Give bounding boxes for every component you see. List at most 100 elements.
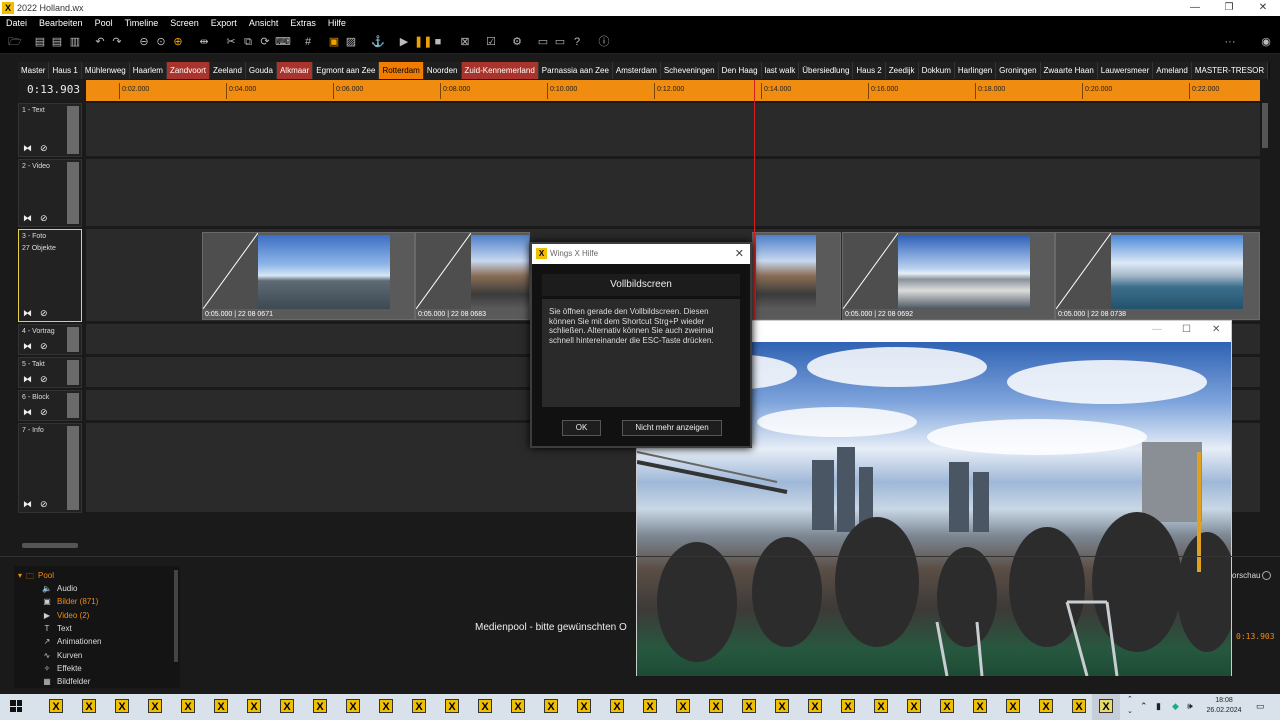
taskbar-wings-x-icon[interactable]: X <box>49 699 63 713</box>
track-mute-icon[interactable]: ⊘ <box>40 407 48 418</box>
pool-root[interactable]: ▾ 🗀 Pool <box>18 571 54 585</box>
tab-rotterdam[interactable]: Rotterdam <box>379 62 424 79</box>
tab-parnassia-aan-zee[interactable]: Parnassia aan Zee <box>538 62 613 79</box>
menu-export[interactable]: Export <box>205 18 243 28</box>
tab-groningen[interactable]: Groningen <box>996 62 1041 79</box>
taskbar-wings-x-icon[interactable]: X <box>181 699 195 713</box>
pool-scrollbar[interactable] <box>174 570 178 662</box>
fit-width-icon[interactable]: ⇹ <box>197 35 211 49</box>
save-as-icon[interactable]: ▤ <box>50 35 64 49</box>
taskbar-wings-x-icon[interactable]: X <box>148 699 162 713</box>
notifications-icon[interactable]: ▭ <box>1256 701 1265 712</box>
tab-haus-1[interactable]: Haus 1 <box>49 62 82 79</box>
help-circle-icon[interactable]: ? <box>570 35 584 49</box>
taskbar-wings-x-icon[interactable]: X <box>742 699 756 713</box>
taskbar-wings-x-icon[interactable]: X <box>379 699 393 713</box>
track-area-video[interactable] <box>86 159 1260 227</box>
taskbar-wings-x-icon[interactable]: X <box>676 699 690 713</box>
track-mute-icon[interactable]: ⊘ <box>40 374 48 385</box>
battery-icon[interactable]: ▮ <box>1156 701 1161 712</box>
user-account-icon[interactable]: ◉ <box>1259 35 1273 49</box>
menu-ansicht[interactable]: Ansicht <box>243 18 285 28</box>
menu-screen[interactable]: Screen <box>164 18 205 28</box>
screen-icon[interactable]: ▣ <box>327 35 341 49</box>
track-area-text[interactable] <box>86 103 1260 157</box>
tab-zuid-kennemerland[interactable]: Zuid-Kennemerland <box>461 62 539 79</box>
checklist-icon[interactable]: ☑ <box>484 35 498 49</box>
tab-last-walk[interactable]: last walk <box>761 62 800 79</box>
track-mute-icon[interactable]: ⊘ <box>40 341 48 352</box>
zoom-out-icon[interactable]: ⊖ <box>137 35 151 49</box>
photo-clip[interactable] <box>752 232 841 320</box>
track-header-vortrag[interactable]: 4 - Vortrag ⧓ ⊘ <box>18 324 82 355</box>
maximize-button[interactable]: ❐ <box>1212 0 1246 16</box>
taskbar-wings-x-icon[interactable]: X <box>544 699 558 713</box>
track-volume-slider[interactable] <box>67 327 79 352</box>
settings-gear-icon[interactable]: ⚙ <box>510 35 524 49</box>
tab-mühlenweg[interactable]: Mühlenweg <box>81 62 130 79</box>
tray-scroll-up-icon[interactable]: ⌃ <box>1127 695 1133 703</box>
pool-item-video[interactable]: ▶ Video (2) <box>42 611 89 620</box>
tab-ameland[interactable]: Ameland <box>1153 62 1192 79</box>
track-mute-icon[interactable]: ⊘ <box>40 499 48 510</box>
fullscreen-icon[interactable]: ⊠ <box>458 35 472 49</box>
track-play-icon[interactable]: ⧓ <box>23 213 32 224</box>
taskbar-wings-x-icon[interactable]: X <box>808 699 822 713</box>
tab-haus-2[interactable]: Haus 2 <box>853 62 886 79</box>
taskbar-wings-x-icon[interactable]: X <box>115 699 129 713</box>
menu-extras[interactable]: Extras <box>284 18 322 28</box>
undo-icon[interactable]: ↶ <box>93 35 107 49</box>
menu-hilfe[interactable]: Hilfe <box>322 18 352 28</box>
transition-ramp[interactable] <box>1056 233 1111 309</box>
tab-lauwersmeer[interactable]: Lauwersmeer <box>1097 62 1154 79</box>
save-copy-icon[interactable]: ▥ <box>68 35 82 49</box>
pool-item-bilder[interactable]: ▣ Bilder (871) <box>42 597 98 606</box>
grid-icon[interactable]: # <box>301 35 315 49</box>
photo-clip[interactable]: 0:05.000 | 22 08 0683 <box>415 232 530 320</box>
timeline-horizontal-scrollbar[interactable] <box>22 543 78 548</box>
taskbar-wings-x-icon[interactable]: X <box>511 699 525 713</box>
playhead[interactable] <box>754 80 755 320</box>
menu-pool[interactable]: Pool <box>89 18 119 28</box>
taskbar-wings-x-icon[interactable]: X <box>610 699 624 713</box>
close-button[interactable]: ✕ <box>1246 0 1280 16</box>
taskbar-wings-x-icon[interactable]: X <box>313 699 327 713</box>
tab-egmont-aan-zee[interactable]: Egmont aan Zee <box>313 62 380 79</box>
pool-item-effekte[interactable]: ✧ Effekte <box>42 664 82 673</box>
track-volume-slider[interactable] <box>67 106 79 154</box>
vorschau-toggle[interactable]: orschau <box>1232 571 1272 581</box>
tab-den-haag[interactable]: Den Haag <box>718 62 762 79</box>
track-mute-icon[interactable]: ⊘ <box>40 308 48 319</box>
tab-zeeland[interactable]: Zeeland <box>210 62 246 79</box>
taskbar-wings-x-icon[interactable]: X <box>577 699 591 713</box>
taskbar-wings-x-icon[interactable]: X <box>1039 699 1053 713</box>
taskbar-wings-x-icon[interactable]: X <box>1072 699 1086 713</box>
track-play-icon[interactable]: ⧓ <box>23 341 32 352</box>
minimize-button[interactable]: — <box>1178 0 1212 16</box>
refresh-icon[interactable]: ⟳ <box>258 35 272 49</box>
dont-show-again-button[interactable]: Nicht mehr anzeigen <box>622 420 722 436</box>
track-mute-icon[interactable]: ⊘ <box>40 213 48 224</box>
taskbar-wings-x-icon[interactable]: X <box>247 699 261 713</box>
taskbar-wings-x-icon[interactable]: X <box>940 699 954 713</box>
show-hidden-icons-icon[interactable]: ⌃ <box>1140 701 1148 712</box>
track-play-icon[interactable]: ⧓ <box>23 374 32 385</box>
track-play-icon[interactable]: ⧓ <box>23 407 32 418</box>
photo-clip[interactable]: 0:05.000 | 22 08 0738 <box>1055 232 1260 320</box>
menu-bearbeiten[interactable]: Bearbeiten <box>33 18 89 28</box>
track-header-foto[interactable]: 3 - Foto 27 Objekte ⧓ ⊘ <box>18 229 82 322</box>
track-play-icon[interactable]: ⧓ <box>23 308 32 319</box>
tab-master-tresor[interactable]: MASTER-TRESOR <box>1191 62 1269 79</box>
tab-noorden[interactable]: Noorden <box>423 62 462 79</box>
volume-icon[interactable]: 🕪 <box>1187 701 1193 712</box>
preview-maximize-button[interactable]: ☐ <box>1182 324 1191 335</box>
play-icon[interactable]: ▶ <box>397 35 411 49</box>
stop-icon[interactable]: ■ <box>431 35 445 49</box>
dialog-close-icon[interactable]: ✕ <box>735 244 744 264</box>
track-header-info[interactable]: 7 - Info ⧓ ⊘ <box>18 423 82 513</box>
taskbar-wings-x-icon[interactable]: X <box>709 699 723 713</box>
tab-haarlem[interactable]: Haarlem <box>129 62 167 79</box>
taskbar-wings-x-icon[interactable]: X <box>907 699 921 713</box>
taskbar-wings-x-icon[interactable]: X <box>82 699 96 713</box>
tab-scheveningen[interactable]: Scheveningen <box>660 62 719 79</box>
